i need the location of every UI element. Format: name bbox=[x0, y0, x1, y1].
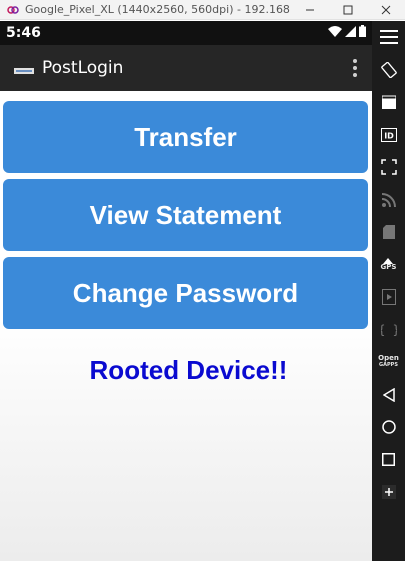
phone-screen: 5:46 PostLogin Transfer View Statement C… bbox=[0, 21, 372, 561]
menu-icon[interactable] bbox=[372, 21, 405, 54]
gps-icon[interactable]: GPS bbox=[372, 249, 405, 282]
id-icon[interactable]: ID bbox=[372, 119, 405, 152]
window-title: Google_Pixel_XL (1440x2560, 560dpi) - 19… bbox=[25, 3, 291, 16]
gapps-label-1: Open bbox=[378, 354, 399, 363]
more-options-icon[interactable] bbox=[338, 45, 372, 91]
gps-label: GPS bbox=[380, 263, 397, 272]
close-icon[interactable] bbox=[367, 0, 405, 20]
storage-icon[interactable] bbox=[372, 216, 405, 249]
gapps-label-2: GAPPS bbox=[379, 362, 398, 369]
maximize-icon[interactable] bbox=[329, 0, 367, 20]
app-bar: PostLogin bbox=[0, 45, 372, 91]
window-titlebar: Google_Pixel_XL (1440x2560, 560dpi) - 19… bbox=[0, 0, 405, 20]
signal-icon bbox=[345, 24, 356, 42]
wifi-icon bbox=[328, 24, 342, 42]
app-icon bbox=[6, 3, 20, 17]
minimize-icon[interactable] bbox=[291, 0, 329, 20]
status-time: 5:46 bbox=[6, 25, 41, 41]
recents-icon[interactable] bbox=[372, 444, 405, 477]
resize-icon[interactable] bbox=[372, 151, 405, 184]
app-logo-icon bbox=[14, 63, 34, 74]
main-content: Transfer View Statement Change Password … bbox=[0, 91, 372, 386]
add-icon[interactable] bbox=[372, 476, 405, 509]
video-icon[interactable] bbox=[372, 281, 405, 314]
rotate-icon[interactable] bbox=[372, 54, 405, 87]
screen-record-icon[interactable] bbox=[372, 86, 405, 119]
status-bar: 5:46 bbox=[0, 21, 372, 45]
svg-text:{ }: { } bbox=[381, 323, 397, 337]
change-password-button[interactable]: Change Password bbox=[3, 257, 368, 329]
rooted-device-message: Rooted Device!! bbox=[89, 355, 288, 385]
open-gapps-icon[interactable]: Open GAPPS bbox=[372, 346, 405, 379]
transfer-button[interactable]: Transfer bbox=[3, 101, 368, 173]
rss-icon[interactable] bbox=[372, 184, 405, 217]
id-label: ID bbox=[384, 131, 394, 140]
back-icon[interactable] bbox=[372, 379, 405, 412]
battery-icon bbox=[359, 24, 366, 42]
emulator-toolbar: ID GPS { } Open GAPPS bbox=[372, 21, 405, 561]
code-braces-icon[interactable]: { } bbox=[372, 314, 405, 347]
app-title: PostLogin bbox=[42, 58, 124, 78]
view-statement-button[interactable]: View Statement bbox=[3, 179, 368, 251]
home-icon[interactable] bbox=[372, 411, 405, 444]
